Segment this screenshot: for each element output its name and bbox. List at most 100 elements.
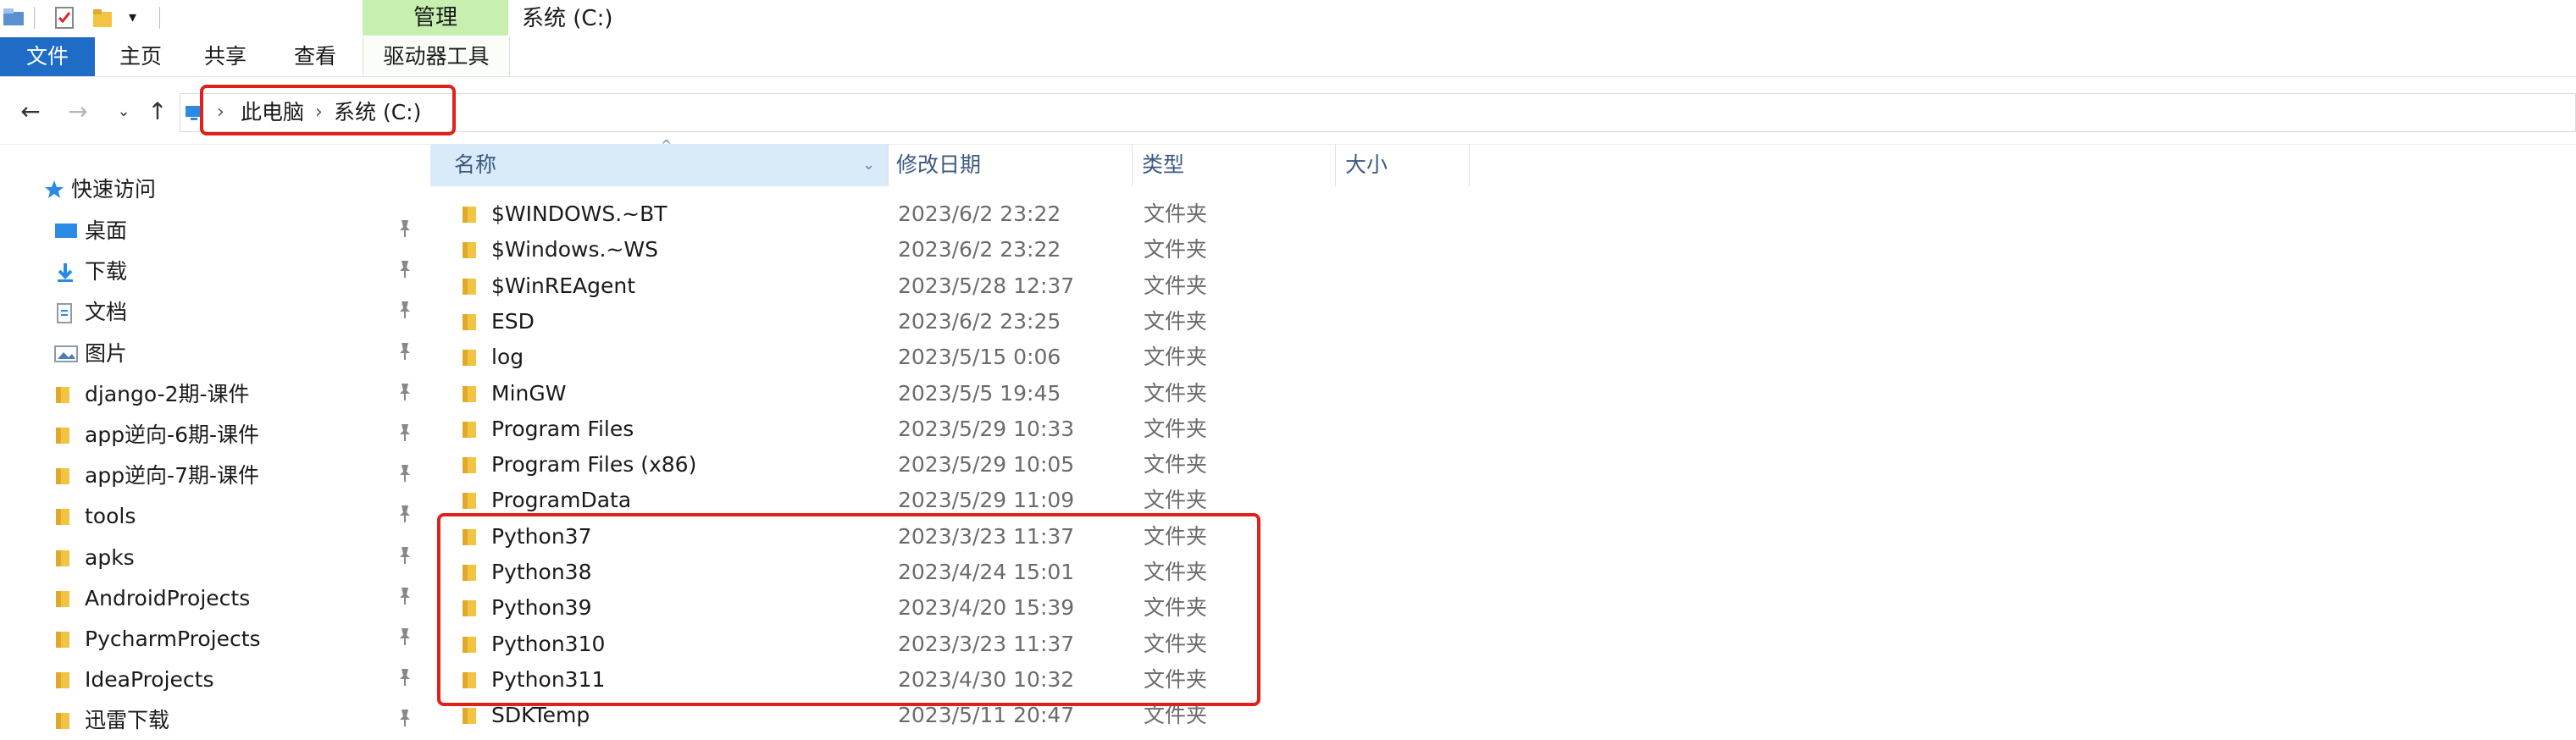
sidebar-item-label[interactable]: AndroidProjects: [85, 579, 250, 618]
pin-icon[interactable]: [396, 586, 413, 610]
document-icon: [54, 303, 75, 327]
folder-icon: [54, 630, 73, 652]
file-name[interactable]: log: [491, 340, 524, 375]
column-size[interactable]: 大小: [1345, 146, 1388, 185]
highlight-box: [437, 513, 1260, 706]
file-date: 2023/5/29 10:05: [898, 452, 1075, 477]
folder-icon: [461, 312, 479, 331]
pin-icon[interactable]: [396, 504, 413, 528]
pin-icon[interactable]: [396, 708, 413, 732]
sidebar-item-label[interactable]: PycharmProjects: [85, 620, 261, 659]
pin-icon[interactable]: [396, 545, 413, 570]
folder-icon: [54, 711, 73, 733]
file-date: 2023/6/2 23:25: [898, 309, 1061, 334]
pin-icon[interactable]: [396, 422, 413, 447]
file-type: 文件夹: [1144, 452, 1208, 477]
folder-icon: [461, 277, 479, 295]
sidebar-item-label[interactable]: IdeaProjects: [85, 660, 214, 699]
properties-icon[interactable]: [53, 5, 78, 30]
file-type: 文件夹: [1144, 202, 1208, 226]
sidebar-item-label[interactable]: 桌面: [85, 212, 127, 251]
folder-icon: [54, 671, 73, 693]
folder-icon: [461, 706, 479, 725]
pin-icon[interactable]: [396, 627, 413, 651]
column-divider[interactable]: [888, 144, 889, 186]
chevron-down-icon[interactable]: ⌄: [862, 156, 875, 174]
new-folder-icon[interactable]: [90, 5, 115, 30]
folder-icon: [461, 456, 479, 474]
sidebar-item-label[interactable]: app逆向-6期-课件: [85, 416, 259, 455]
file-type: 文件夹: [1144, 381, 1208, 406]
divider: [159, 7, 160, 29]
quick-access[interactable]: 快速访问: [71, 170, 156, 209]
folder-icon: [461, 240, 479, 259]
app-icon[interactable]: [2, 5, 27, 30]
file-name[interactable]: ESD: [491, 304, 535, 340]
forward-icon[interactable]: →: [63, 93, 93, 130]
file-date: 2023/6/2 23:22: [898, 202, 1061, 226]
pin-icon[interactable]: [396, 667, 413, 692]
folder-icon: [54, 426, 73, 448]
column-type[interactable]: 类型: [1142, 146, 1184, 185]
column-divider[interactable]: [1335, 144, 1336, 186]
pin-icon[interactable]: [396, 259, 413, 284]
picture-icon: [54, 345, 78, 367]
sidebar-item-label[interactable]: 文档: [85, 293, 127, 332]
file-type: 文件夹: [1144, 273, 1208, 298]
file-name[interactable]: Program Files: [491, 411, 634, 447]
file-name[interactable]: $Windows.~WS: [491, 232, 658, 268]
desktop-icon: [54, 222, 78, 244]
file-date: 2023/5/28 12:37: [898, 273, 1075, 298]
sidebar-item-label[interactable]: django-2期-课件: [85, 375, 250, 414]
column-date[interactable]: 修改日期: [896, 146, 981, 185]
star-icon: [44, 179, 64, 200]
file-type: 文件夹: [1144, 345, 1208, 369]
column-name[interactable]: 名称: [454, 146, 496, 185]
tab-file[interactable]: 文件: [0, 37, 95, 76]
sidebar-item-label[interactable]: 图片: [85, 334, 127, 373]
pin-icon[interactable]: [396, 341, 413, 366]
file-type: 文件夹: [1144, 417, 1208, 441]
folder-icon: [54, 549, 73, 571]
highlight-box: [200, 85, 456, 135]
file-date: 2023/5/5 19:45: [898, 381, 1061, 406]
file-date: 2023/5/15 0:06: [898, 345, 1061, 369]
tab-manage[interactable]: 管理: [363, 0, 508, 36]
pin-icon[interactable]: [396, 218, 413, 243]
file-name[interactable]: MinGW: [491, 376, 566, 411]
column-header-selected: [430, 144, 888, 186]
file-name[interactable]: Program Files (x86): [491, 447, 696, 483]
folder-icon: [54, 507, 73, 529]
sidebar-item-label[interactable]: 迅雷下载: [85, 701, 169, 740]
folder-icon: [461, 348, 479, 367]
folder-icon: [54, 467, 73, 489]
pin-icon[interactable]: [396, 463, 413, 488]
pin-icon[interactable]: [396, 382, 413, 406]
back-icon[interactable]: ←: [15, 93, 46, 130]
address-bar[interactable]: [180, 93, 2576, 132]
sidebar-item-label[interactable]: 下载: [85, 252, 127, 291]
sidebar-item-label[interactable]: apks: [85, 538, 135, 577]
tab-view[interactable]: 查看: [278, 37, 352, 76]
pin-icon[interactable]: [396, 300, 413, 324]
up-icon[interactable]: ↑: [142, 93, 173, 130]
sidebar-item-label[interactable]: tools: [85, 497, 136, 536]
file-type: 文件夹: [1144, 309, 1208, 334]
sidebar-item-label[interactable]: app逆向-7期-课件: [85, 456, 259, 495]
file-date: 2023/6/2 23:22: [898, 237, 1061, 262]
folder-icon: [461, 491, 479, 510]
tab-drive-tools[interactable]: 驱动器工具: [364, 37, 508, 76]
tab-share[interactable]: 共享: [188, 37, 263, 76]
file-name[interactable]: $WINDOWS.~BT: [491, 196, 668, 232]
file-name[interactable]: $WinREAgent: [491, 268, 635, 304]
tab-home[interactable]: 主页: [103, 37, 178, 76]
file-date: 2023/5/29 10:33: [898, 417, 1075, 441]
file-type: 文件夹: [1144, 237, 1208, 262]
folder-icon: [54, 589, 73, 611]
customize-quick-access-icon[interactable]: ▾: [129, 5, 136, 30]
column-divider[interactable]: [1469, 144, 1470, 186]
recent-locations-icon[interactable]: ⌄: [108, 93, 139, 130]
folder-icon: [54, 385, 73, 407]
column-divider[interactable]: [1132, 144, 1133, 186]
folder-icon: [461, 420, 479, 439]
